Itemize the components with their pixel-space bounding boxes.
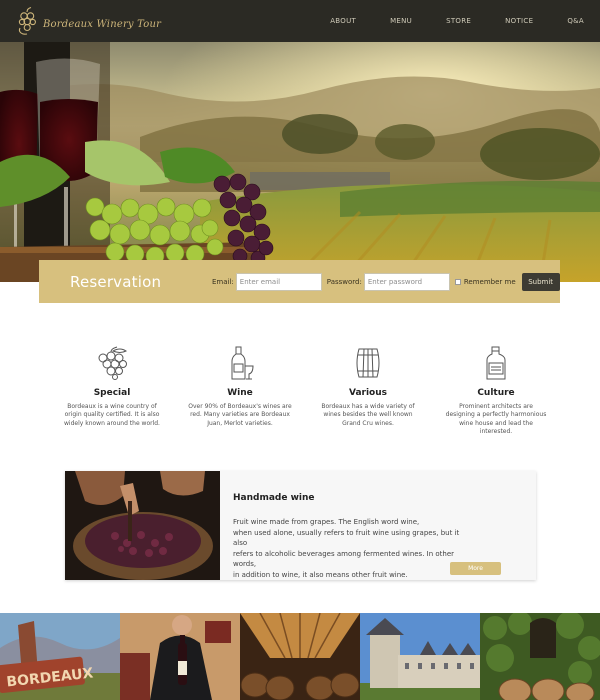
feature-special: Special Bordeaux is a wine country of or… [48,346,176,446]
gallery-photo-ivy-barrels[interactable] [480,613,600,700]
remember-me-checkbox[interactable] [454,278,461,285]
features-row: Special Bordeaux is a wine country of or… [48,346,560,446]
wine-bottle-label-icon [486,346,506,380]
barrel-icon [356,348,380,378]
email-label: Email: [212,277,234,286]
feature-title: Wine [227,388,253,398]
feature-text: Bordeaux has a wide variety of wines bes… [321,403,415,427]
handmade-text-line: in addition to wine, it also means other… [233,570,408,579]
photo-gallery: BORDEAUX [0,613,600,700]
handmade-title: Handmade wine [233,493,315,503]
gallery-photo-sommelier[interactable] [120,613,240,700]
gallery-photo-cellar[interactable] [240,613,360,700]
reservation-bar: Reservation Email: Password: Remember me… [39,260,560,303]
password-input[interactable] [363,272,450,291]
gallery-photo-bordeaux-sign[interactable]: BORDEAUX [0,613,120,700]
feature-title: Culture [477,388,515,398]
handmade-text: Fruit wine made from grapes. The English… [233,517,465,581]
remember-me-label: Remember me [463,277,516,286]
logo[interactable]: Bordeaux Winery Tour [16,6,161,36]
main-nav: ABOUT MENU STORE NOTICE Q&A [330,0,584,42]
hero-image [0,42,600,282]
password-label: Password: [326,277,362,286]
logo-text: Bordeaux Winery Tour [43,18,162,30]
nav-item-about[interactable]: ABOUT [330,17,356,25]
wine-bottle-glass-icon [231,346,254,380]
feature-title: Special [93,388,131,398]
feature-title: Various [348,388,388,398]
gallery-photo-chateau[interactable] [360,613,480,700]
feature-culture: Culture Prominent architects are designi… [432,346,560,446]
handmade-text-line: Fruit wine made from grapes. The English… [233,518,420,526]
nav-item-menu[interactable]: MENU [390,17,412,25]
nav-item-store[interactable]: STORE [446,17,471,25]
handmade-card: Handmade wine Fruit wine made from grape… [65,471,536,580]
nav-item-notice[interactable]: NOTICE [505,17,533,25]
handmade-photo [65,471,220,580]
handmade-text-line: refers to alcoholic beverages among ferm… [233,549,455,569]
feature-various: Various Bordeaux has a wide variety of w… [304,346,432,446]
nav-item-qna[interactable]: Q&A [567,17,584,25]
feature-wine: Wine Over 90% of Bordeaux's wines are re… [176,346,304,446]
feature-text: Over 90% of Bordeaux's wines are red. Ma… [188,403,292,427]
site-header: Bordeaux Winery Tour ABOUT MENU STORE NO… [0,0,600,42]
handmade-text-line: when used alone, usually refers to fruit… [233,528,460,548]
grapes-icon [98,346,127,380]
submit-button[interactable]: Submit [521,272,560,291]
feature-text: Prominent architects are designing a per… [445,403,547,436]
feature-text: Bordeaux is a wine country of origin qua… [64,403,160,427]
email-input[interactable] [235,272,322,291]
more-button[interactable]: More [450,562,501,575]
grape-logo-icon [18,6,36,35]
reservation-title: Reservation [70,272,162,291]
